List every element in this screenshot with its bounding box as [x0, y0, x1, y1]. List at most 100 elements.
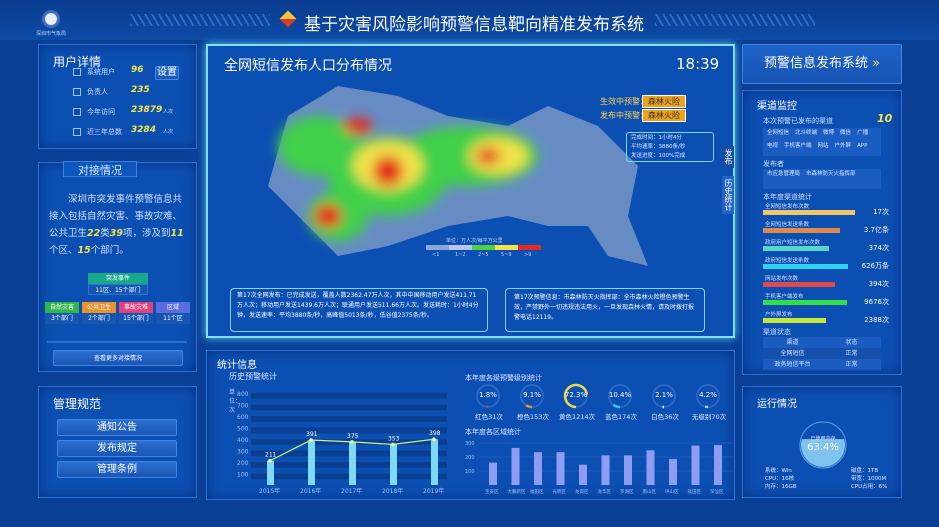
- rules-button[interactable]: 发布规定: [57, 440, 177, 457]
- tab-publish[interactable]: 发布: [722, 146, 734, 168]
- tree-root[interactable]: 突发事件: [88, 273, 148, 284]
- y-tick: 200: [465, 455, 475, 461]
- user-row-unit: 人次: [163, 109, 174, 115]
- system-info-right: 磁盘：1TB 带宽：1000M CPU占用：6%: [851, 468, 888, 490]
- message-text: 第17次预警信息：市森林防灭火指挥部：全市森林火险橙色预警生效，严禁野外一切违规…: [514, 294, 695, 321]
- legend-swatch: [518, 245, 541, 250]
- channel-item: 手机客户端: [784, 143, 812, 149]
- bar: [431, 439, 438, 485]
- user-row-value: 235: [131, 85, 150, 95]
- settings-button[interactable]: 设置: [155, 66, 179, 80]
- y-tick: 300: [465, 441, 475, 447]
- levels-title: 本年度各级预警级别统计: [465, 374, 542, 382]
- channel-stat-label: 全网短信发送条数: [765, 222, 810, 228]
- clock: 18:39: [676, 55, 720, 73]
- y-tick: 800: [237, 391, 249, 398]
- chevron-right-icon: »: [872, 56, 881, 71]
- publisher-label: 发布者: [763, 160, 784, 168]
- legend-title: 单位：万人次/每平方公里: [446, 238, 503, 244]
- level-pct: 4.2%: [699, 391, 717, 399]
- header: 深圳市气象局 基于灾害风险影响预警信息靶向精准发布系统: [0, 0, 939, 40]
- channel-item: 电视: [767, 143, 779, 149]
- warning-system-button[interactable]: 预警信息发布系统 »: [742, 44, 902, 84]
- x-tick: 龙华区: [598, 488, 612, 495]
- bar: [601, 455, 610, 485]
- publish-info-box: 完成时间：1小时4分 平均速率：3880条/秒 发送进度：100%完成: [626, 132, 714, 162]
- bar: [646, 450, 655, 485]
- user-row-value: 23879: [131, 105, 163, 115]
- channel-stat-label: 全网短信发布次数: [765, 204, 810, 210]
- table-header: 渠道 状态: [763, 337, 881, 348]
- management-panel: 管理规范 通知公告 发布规定 管理条例: [38, 386, 197, 498]
- tree-node-sub: 11个区: [156, 313, 190, 324]
- channel-stat-label: 手机客户端发布: [765, 294, 804, 300]
- tree-node[interactable]: 自然灾害: [45, 302, 79, 313]
- channel-stat-bar: [763, 228, 840, 233]
- tree-node[interactable]: 事故灾难: [119, 302, 153, 313]
- legend-label: 5~9: [501, 252, 512, 258]
- tree-node[interactable]: 公共卫生: [82, 302, 116, 313]
- channel-item: APP: [857, 143, 868, 149]
- user-row-unit: 人次: [163, 129, 174, 135]
- line-point: [268, 458, 272, 463]
- x-tick: 2018年: [382, 487, 403, 495]
- history-title: 历史预警统计: [229, 372, 277, 381]
- status-table: 渠道 状态 全网短信 正常 政务短信平台 正常: [763, 337, 881, 370]
- channel-stat-label: 政府短信发送条数: [765, 258, 810, 264]
- stats-label: 本年度渠道统计: [763, 193, 812, 201]
- y-tick: 700: [237, 403, 249, 410]
- channel-list: 全网短信 北斗终端 微博 微信 广播 电视 手机客户端 网站 户外屏 APP: [763, 128, 881, 156]
- channel-stat-value: 626万条: [861, 262, 889, 270]
- x-tick: 2016年: [300, 487, 321, 495]
- effective-warning-label: 生效中预警：: [600, 97, 648, 106]
- y-tick: 200: [237, 460, 249, 467]
- level-label: 橙色153次: [517, 413, 549, 421]
- table-cell: 状态: [845, 339, 858, 346]
- view-more-button[interactable]: 查看更多对接情况: [53, 350, 183, 366]
- x-tick: 坪山区: [665, 488, 679, 495]
- table-cell: 政务短信平台: [774, 361, 811, 368]
- regulations-button[interactable]: 管理条例: [57, 461, 177, 478]
- publisher-item: 市森林防灭火指挥部: [806, 171, 856, 177]
- channels-count: 10: [877, 112, 893, 125]
- effective-warning-value[interactable]: 森林火险: [642, 95, 686, 108]
- level-label: 红色31次: [475, 413, 503, 421]
- publishing-warning-value[interactable]: 森林火险: [642, 109, 686, 122]
- channel-stat-bar: [763, 282, 835, 287]
- line-point: [391, 442, 395, 447]
- data-label: 375: [347, 433, 359, 440]
- logo-icon: [42, 10, 60, 28]
- run-panel: 运行情况 已使用内存 63.4% 系统：Win CPU：16核 内存：16GB 磁盘…: [742, 386, 902, 498]
- map-panel: 全网短信发布人口分布情况 18:39 生效中预警： 森林火险 发布中预警： 森林…: [206, 44, 735, 338]
- channel-item: 微博: [823, 130, 835, 136]
- legend-swatch: [495, 245, 518, 250]
- bar: [349, 441, 356, 485]
- tree-node[interactable]: 区域: [156, 302, 190, 313]
- message-text: 第17次全网发布：已完成发送，覆盖人数2362.47万人次，其中中国移动用户发送…: [237, 292, 479, 319]
- level-label: 黄色1214次: [558, 413, 596, 421]
- level-label: 无级别70次: [691, 413, 727, 421]
- x-tick: 盐田区: [688, 488, 702, 495]
- table-row: 政务短信平台 正常: [763, 359, 881, 370]
- channel-stat-bar: [763, 300, 847, 305]
- user-row-value: 3284: [131, 125, 157, 135]
- y-tick: 100: [237, 472, 249, 479]
- panel-title: 渠道监控: [757, 101, 797, 112]
- level-pct: 1.8%: [479, 391, 497, 399]
- table-cell: 正常: [845, 361, 858, 368]
- info-line: 完成时间：1小时4分: [631, 135, 682, 141]
- user-row-label: 负责人: [87, 88, 108, 96]
- legend-label: <1: [432, 252, 440, 258]
- status-label: 渠道状态: [763, 328, 791, 336]
- publishing-warning-label: 发布中预警：: [600, 111, 648, 120]
- notice-button[interactable]: 通知公告: [57, 419, 177, 436]
- channel-item: 北斗终端: [795, 130, 818, 136]
- panel-title: 对接情况: [63, 161, 137, 177]
- legend-swatch: [426, 245, 449, 250]
- x-tick: 罗湖区: [620, 488, 634, 495]
- panel-title: 统计信息: [217, 360, 257, 371]
- user-panel: 用户详情 系统用户 96 负责人 235 今年访问 23879 人次 近三年总数 3284 人次 …: [38, 44, 197, 149]
- panel-title: 管理规范: [53, 397, 102, 411]
- tab-history[interactable]: 历史统计: [722, 176, 734, 214]
- channel-stat-label: 户外屏发布: [765, 312, 793, 318]
